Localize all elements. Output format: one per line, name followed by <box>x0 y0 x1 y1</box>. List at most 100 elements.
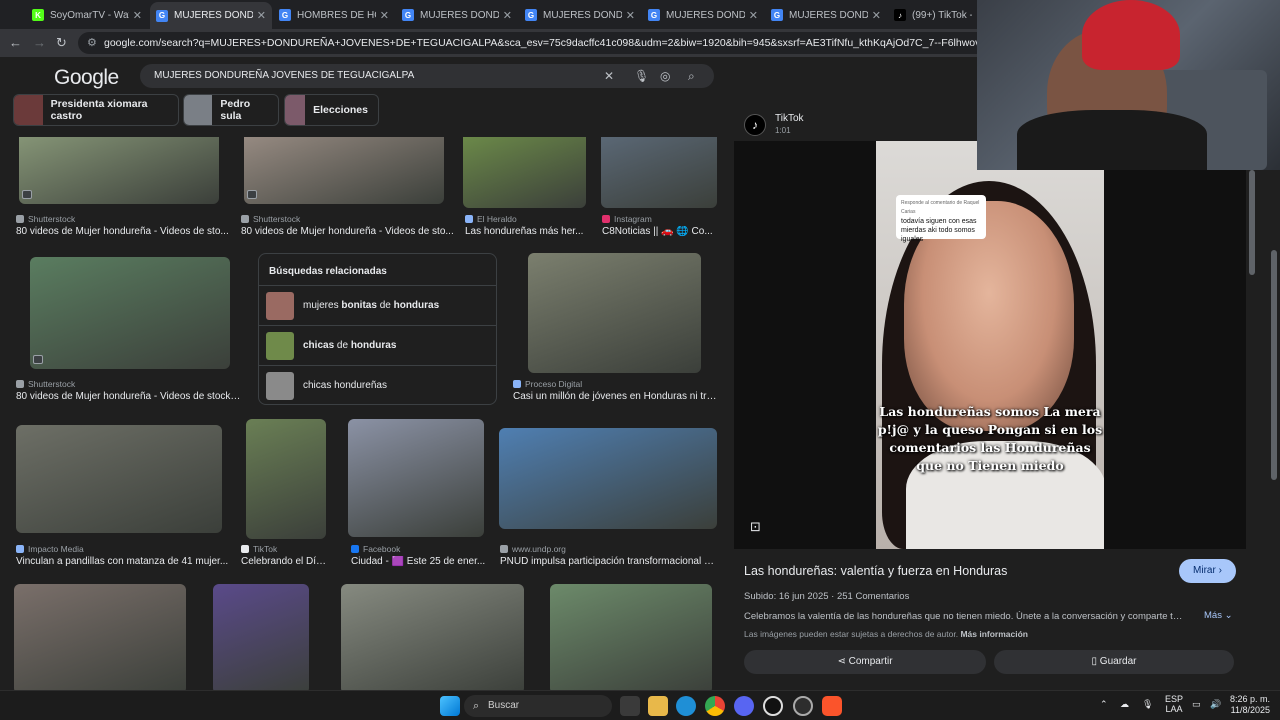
result-source[interactable]: Shutterstock <box>16 214 75 224</box>
tab-close-icon[interactable]: ✕ <box>380 9 389 22</box>
tab-favicon-icon: ♪ <box>894 9 906 21</box>
search-icon[interactable]: ⌕ <box>688 64 695 88</box>
result-source[interactable]: El Heraldo <box>465 214 517 224</box>
chip-thumbnail <box>285 95 306 125</box>
google-logo[interactable]: Google <box>54 66 119 90</box>
share-button[interactable]: ⋖ Compartir <box>744 650 986 674</box>
site-info-icon[interactable]: ⚙ <box>87 32 97 54</box>
tab-close-icon[interactable]: ✕ <box>626 9 635 22</box>
image-result[interactable] <box>499 428 717 529</box>
image-preview-panel: ♪ TikTok 1:01 Responde al comentario de … <box>734 106 1246 690</box>
result-caption[interactable]: PNUD impulsa participación transformacio… <box>500 556 718 567</box>
result-caption[interactable]: Celebrando el Día ... <box>241 556 331 567</box>
tab-close-icon[interactable]: ✕ <box>133 9 142 22</box>
result-source[interactable]: Shutterstock <box>241 214 300 224</box>
discord-icon[interactable] <box>734 696 754 716</box>
more-button[interactable]: Más ⌄ <box>1204 610 1233 621</box>
more-info-link[interactable]: Más información <box>960 629 1028 639</box>
filter-chip[interactable]: Presidenta xiomara castro <box>13 94 179 126</box>
image-result[interactable] <box>16 425 222 533</box>
image-result[interactable] <box>341 584 524 690</box>
windows-start-icon[interactable] <box>440 696 460 716</box>
video-preview[interactable]: Responde al comentario de Raquel Carias … <box>734 141 1246 549</box>
result-source[interactable]: Shutterstock <box>16 379 75 389</box>
result-source[interactable]: Facebook <box>351 544 400 554</box>
result-caption[interactable]: Las hondureñas más her... <box>465 226 590 237</box>
image-result[interactable] <box>348 419 484 537</box>
chrome-icon[interactable] <box>705 696 725 716</box>
clock[interactable]: 8:26 p. m. 11/8/2025 <box>1228 694 1270 716</box>
url-text: google.com/search?q=MUJERES+DONDUREÑA+JO… <box>104 37 1114 49</box>
result-source[interactable]: Impacto Media <box>16 544 84 554</box>
search-input[interactable]: MUJERES DONDUREÑA JOVENES DE TEGUACIGALP… <box>140 64 714 88</box>
browser-tab[interactable]: G MUJERES DONDURE ✕ <box>642 3 764 27</box>
task-view-icon[interactable] <box>620 696 640 716</box>
result-caption[interactable]: C8Noticias || 🚗 🌐 Co... <box>602 226 718 237</box>
obs-icon[interactable] <box>763 696 783 716</box>
image-result[interactable] <box>30 257 230 369</box>
reload-icon[interactable]: ↻ <box>56 35 67 51</box>
result-caption[interactable]: 80 videos de Mujer hondureña - Videos de… <box>16 226 241 237</box>
app-icon[interactable] <box>793 696 813 716</box>
video-duration: 1:01 <box>775 126 791 135</box>
result-caption[interactable]: Vinculan a pandillas con matanza de 41 m… <box>16 556 241 567</box>
display-icon[interactable]: ▭ <box>1192 699 1201 710</box>
result-caption[interactable]: 80 videos de Mujer hondureña - Videos de… <box>241 226 466 237</box>
image-result[interactable] <box>213 584 309 690</box>
panel-scroll-thumb[interactable] <box>1249 170 1255 275</box>
result-source[interactable]: Instagram <box>602 214 652 224</box>
tab-close-icon[interactable]: ✕ <box>257 9 266 22</box>
lens-icon[interactable]: ◎ <box>660 64 670 88</box>
tab-close-icon[interactable]: ✕ <box>749 9 758 22</box>
clear-icon[interactable]: ✕ <box>604 64 614 88</box>
back-icon[interactable]: ← <box>9 35 22 50</box>
save-button[interactable]: ▯ Guardar <box>994 650 1234 674</box>
forward-icon[interactable]: → <box>33 35 46 50</box>
video-badge-icon <box>22 190 32 199</box>
related-search-item[interactable]: chicas hondureñas <box>259 365 496 405</box>
volume-icon[interactable]: 🔊 <box>1210 699 1221 710</box>
brave-icon[interactable] <box>822 696 842 716</box>
panel-title[interactable]: Las hondureñas: valentía y fuerza en Hon… <box>744 564 1007 578</box>
microphone-icon[interactable]: 🎙 <box>634 64 649 88</box>
image-result[interactable] <box>244 137 444 204</box>
scrollbar[interactable] <box>1268 170 1280 690</box>
result-caption[interactable]: 80 videos de Mujer hondureña - Videos de… <box>16 391 241 402</box>
watch-button[interactable]: Mirar › <box>1179 559 1236 583</box>
image-result[interactable] <box>19 137 219 204</box>
image-result[interactable] <box>550 584 712 690</box>
filter-chip[interactable]: Pedro sula <box>183 94 279 126</box>
related-search-item[interactable]: chicas de honduras <box>259 325 496 365</box>
image-result[interactable] <box>246 419 326 539</box>
mic-tray-icon[interactable]: 🎙 <box>1142 699 1153 710</box>
image-result[interactable] <box>463 137 586 208</box>
network-icon[interactable]: ☁ <box>1120 699 1129 710</box>
browser-tab[interactable]: G MUJERES DONDURE ✕ <box>765 3 887 27</box>
related-search-item[interactable]: mujeres bonitas de honduras <box>259 285 496 325</box>
scroll-thumb[interactable] <box>1271 250 1277 480</box>
taskbar-search[interactable]: ⌕ Buscar <box>464 695 612 717</box>
browser-tab[interactable]: G MUJERES DONDURE ✕ <box>396 3 518 27</box>
image-result[interactable] <box>528 253 701 373</box>
browser-tab[interactable]: G MUJERES DONDURE ✕ <box>519 3 641 27</box>
panel-source-name: TikTok <box>775 113 804 124</box>
language-indicator[interactable]: ESP LAA <box>1165 694 1183 714</box>
browser-tab[interactable]: G HOMBRES DE HOND ✕ <box>273 3 395 27</box>
result-source[interactable]: Proceso Digital <box>513 379 582 389</box>
image-result[interactable] <box>601 137 717 208</box>
browser-tab[interactable]: K SoyOmarTV - Watch ✕ <box>26 3 148 27</box>
tab-close-icon[interactable]: ✕ <box>872 9 881 22</box>
lens-search-icon[interactable]: ⊡ <box>750 519 761 535</box>
tray-chevron-icon[interactable]: ⌃ <box>1100 699 1108 710</box>
result-source[interactable]: TikTok <box>241 544 277 554</box>
edge-icon[interactable] <box>676 696 696 716</box>
tab-close-icon[interactable]: ✕ <box>503 9 512 22</box>
filter-chip[interactable]: Elecciones <box>284 94 379 126</box>
result-caption[interactable]: Casi un millón de jóvenes en Honduras ni… <box>513 391 718 402</box>
image-result[interactable] <box>14 584 186 690</box>
browser-tab[interactable]: G MUJERES DONDURE ✕ <box>150 2 272 29</box>
browser-tab[interactable]: ♪ (99+) TikTok - Make <box>888 3 978 27</box>
result-caption[interactable]: Ciudad - 🟪 Este 25 de ener... <box>351 556 486 567</box>
file-explorer-icon[interactable] <box>648 696 668 716</box>
result-source[interactable]: www.undp.org <box>500 544 566 554</box>
